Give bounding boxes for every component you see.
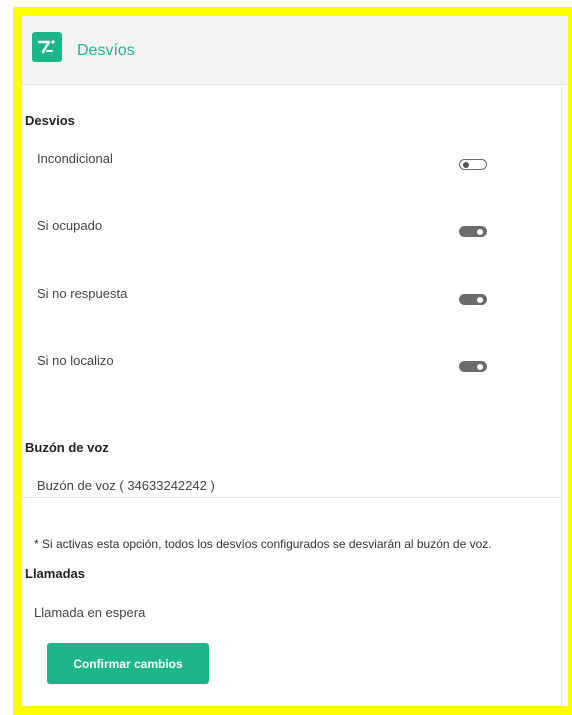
call-waiting-label[interactable]: Llamada en espera — [34, 605, 145, 620]
desvio-label-si-no-localizo: Si no localizo — [37, 353, 114, 368]
toggle-incondicional[interactable] — [459, 159, 487, 170]
yellow-highlight-frame: Desvíos Desvios Incondicional Si ocupado… — [13, 7, 572, 715]
calls-section-title: Llamadas — [25, 566, 85, 581]
voicemail-label[interactable]: Buzón de voz ( 34633242242 ) — [37, 478, 215, 493]
voicemail-section-title: Buzón de voz — [25, 440, 109, 455]
toggle-si-ocupado[interactable] — [459, 226, 487, 237]
toggle-knob — [477, 228, 483, 235]
forward-arrow-icon — [37, 40, 55, 54]
panel-border — [561, 84, 562, 706]
panel-header: Desvíos — [22, 16, 568, 85]
toggle-knob — [477, 363, 483, 370]
divider — [22, 497, 562, 498]
desvios-section-title: Desvios — [25, 113, 75, 128]
confirm-changes-button[interactable]: Confirmar cambios — [47, 643, 209, 684]
forward-call-logo-icon — [32, 32, 62, 62]
toggle-si-no-respuesta[interactable] — [459, 294, 487, 305]
toggle-knob — [477, 296, 483, 303]
page-title: Desvíos — [77, 42, 135, 59]
desvio-label-incondicional: Incondicional — [37, 151, 113, 166]
forwarding-panel: Desvíos Desvios Incondicional Si ocupado… — [22, 16, 568, 706]
desvio-label-si-no-respuesta: Si no respuesta — [37, 286, 128, 301]
toggle-knob — [463, 161, 469, 168]
toggle-si-no-localizo[interactable] — [459, 361, 487, 372]
desvio-label-si-ocupado: Si ocupado — [37, 218, 103, 233]
voicemail-note: * Si activas esta opción, todos los desv… — [34, 537, 492, 551]
